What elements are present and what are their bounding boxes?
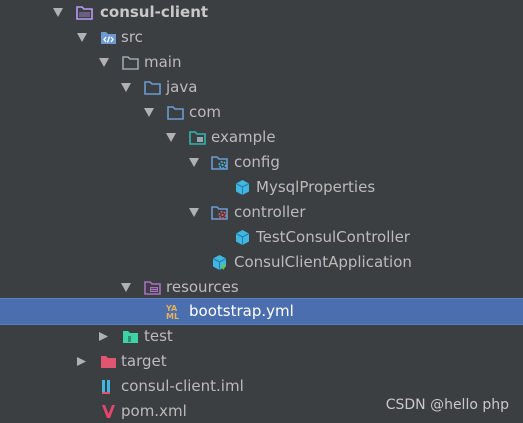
tree-node-com[interactable]: com [0, 100, 523, 125]
spring-config-package-icon [211, 156, 228, 170]
expand-arrow-icon[interactable] [76, 32, 88, 43]
module-folder-icon [76, 6, 93, 20]
tree-node-label: java [166, 78, 198, 96]
tree-node-label: consul-client [100, 3, 209, 21]
class-icon [235, 180, 250, 195]
test-folder-icon [123, 331, 138, 343]
source-root-icon [101, 32, 116, 44]
folder-icon [122, 56, 139, 70]
expand-arrow-icon[interactable] [120, 282, 132, 293]
tree-node-mysql-properties[interactable]: MysqlProperties [0, 175, 523, 200]
spring-controller-package-icon [211, 206, 228, 220]
tree-node-java[interactable]: java [0, 75, 523, 100]
resources-folder-icon [144, 281, 161, 295]
tree-node-label: controller [234, 203, 306, 221]
tree-node-label: pom.xml [121, 402, 187, 420]
expand-arrow-icon[interactable] [143, 107, 155, 118]
expand-arrow-icon[interactable] [98, 57, 110, 68]
tree-node-target[interactable]: target [0, 349, 523, 374]
tree-node-resources[interactable]: resources [0, 275, 523, 300]
tree-node-controller[interactable]: controller [0, 200, 523, 225]
tree-node-main[interactable]: main [0, 50, 523, 75]
collapse-arrow-icon[interactable] [98, 331, 110, 342]
collapse-arrow-icon[interactable] [76, 356, 88, 367]
tree-node-label: TestConsulController [256, 228, 410, 246]
class-icon [235, 230, 250, 245]
tree-node-label: target [121, 352, 167, 370]
tree-node-consul-client-iml[interactable]: consul-client.iml [0, 374, 523, 399]
tree-node-example[interactable]: example [0, 125, 523, 150]
tree-node-label: consul-client.iml [121, 377, 244, 395]
tree-node-label: test [144, 327, 173, 345]
expand-arrow-icon[interactable] [52, 7, 64, 18]
tree-node-label: com [189, 103, 222, 121]
tree-node-consul-client[interactable]: consul-client [0, 0, 523, 25]
tree-node-label: ConsulClientApplication [234, 253, 412, 271]
tree-node-src[interactable]: src [0, 25, 523, 50]
watermark-text: CSDN @hello php [385, 397, 509, 413]
tree-node-label: main [144, 53, 182, 71]
iml-file-icon [102, 380, 110, 394]
expand-arrow-icon[interactable] [120, 82, 132, 93]
expand-arrow-icon[interactable] [188, 157, 200, 168]
tree-node-config[interactable]: config [0, 150, 523, 175]
tree-node-label: config [234, 153, 280, 171]
tree-node-consul-client-application[interactable]: ConsulClientApplication [0, 250, 523, 275]
svg-text:ML: ML [166, 312, 179, 320]
tree-node-label: src [121, 28, 143, 46]
source-folder-icon [144, 81, 161, 95]
package-icon [167, 106, 184, 120]
project-tree: consul-client src main java com example … [0, 0, 523, 423]
tree-node-test-consul-controller[interactable]: TestConsulController [0, 225, 523, 250]
tree-node-test[interactable]: test [0, 324, 523, 349]
maven-icon [102, 405, 115, 418]
spring-boot-class-icon [212, 255, 227, 270]
expand-arrow-icon[interactable] [188, 207, 200, 218]
tree-node-label: MysqlProperties [256, 178, 376, 196]
tree-node-label: bootstrap.yml [189, 302, 294, 320]
tree-node-label: example [211, 128, 276, 146]
tree-node-label: resources [166, 278, 239, 296]
expand-arrow-icon[interactable] [165, 132, 177, 143]
package-icon [189, 131, 206, 145]
tree-node-bootstrap-yml[interactable]: YA ML bootstrap.yml [0, 298, 523, 325]
yaml-file-icon: YA ML [166, 304, 179, 320]
excluded-folder-icon [101, 356, 116, 368]
